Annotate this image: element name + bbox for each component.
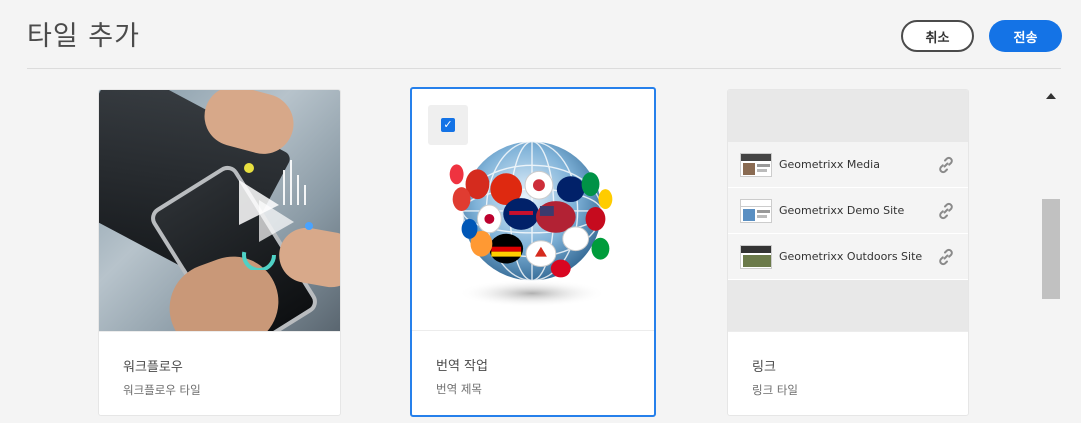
page-title: 타일 추가 [27, 21, 140, 52]
card-title: 링크 [752, 360, 776, 375]
card-link[interactable]: Geometrixx Media Geometrixx Demo Site Ge… [727, 89, 969, 416]
link-label: Geometrixx Outdoors Site [779, 250, 923, 263]
card-subtitle: 링크 타일 [752, 383, 798, 397]
scrollbar-thumb[interactable] [1042, 199, 1060, 299]
link-icon [939, 202, 953, 220]
list-item: Geometrixx Outdoors Site [728, 234, 968, 280]
link-preview: Geometrixx Media Geometrixx Demo Site Ge… [728, 90, 968, 331]
card-workflow[interactable]: 워크플로우 워크플로우 타일 [98, 89, 341, 416]
link-label: Geometrixx Media [779, 158, 880, 171]
link-icon [939, 248, 953, 266]
site-thumbnail [740, 198, 772, 223]
link-icon [939, 156, 953, 174]
card-subtitle: 워크플로우 타일 [123, 383, 201, 397]
header: 타일 추가 취소 전송 [0, 0, 1081, 69]
tile-grid: 워크플로우 워크플로우 타일 ✓ 번역 작업 번역 제목 Geometrixx … [0, 69, 1040, 423]
card-title: 워크플로우 [123, 360, 183, 375]
card-translation[interactable]: ✓ 번역 작업 번역 제목 [410, 87, 656, 417]
scroll-up-arrow-icon[interactable] [1046, 93, 1056, 99]
card-title: 번역 작업 [436, 359, 488, 374]
card-subtitle: 번역 제목 [436, 382, 482, 396]
site-thumbnail [740, 244, 772, 269]
card-info: 링크 링크 타일 [728, 331, 968, 415]
workflow-image [99, 90, 340, 331]
link-list: Geometrixx Media Geometrixx Demo Site Ge… [728, 142, 968, 280]
site-thumbnail [740, 152, 772, 177]
scrollbar[interactable] [1040, 85, 1062, 423]
cancel-button[interactable]: 취소 [901, 20, 974, 52]
submit-button[interactable]: 전송 [989, 20, 1062, 52]
card-info: 번역 작업 번역 제목 [412, 330, 654, 415]
checkmark-icon: ✓ [441, 118, 455, 132]
card-info: 워크플로우 워크플로우 타일 [99, 331, 340, 415]
link-label: Geometrixx Demo Site [779, 204, 905, 217]
select-checkbox[interactable]: ✓ [428, 105, 468, 145]
list-item: Geometrixx Media [728, 142, 968, 188]
list-item: Geometrixx Demo Site [728, 188, 968, 234]
